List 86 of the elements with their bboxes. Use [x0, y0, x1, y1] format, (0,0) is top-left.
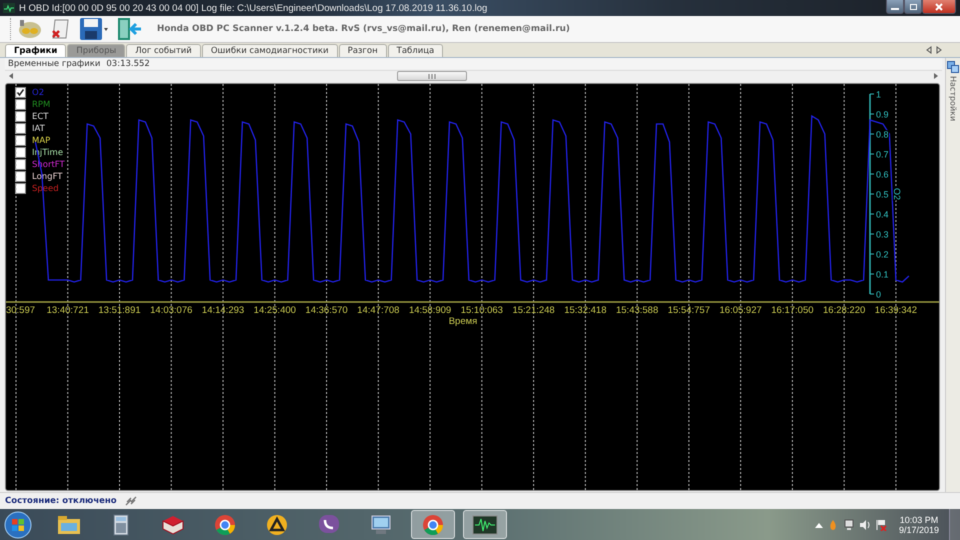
- save-icon[interactable]: [79, 17, 109, 41]
- restore-icon: [908, 2, 918, 10]
- taskbar-chrome-button[interactable]: [411, 510, 455, 539]
- checkbox[interactable]: [15, 135, 26, 146]
- x-tick-label: 13:51:891: [98, 305, 141, 316]
- clock[interactable]: 10:03 PM 9/17/2019: [898, 514, 939, 534]
- x-tick-label: 15:43:588: [616, 305, 658, 316]
- x-tick-label: 14:25:400: [254, 305, 296, 316]
- taskbar-scope-button[interactable]: [463, 510, 507, 539]
- x-tick-label: 15:54:757: [668, 305, 710, 316]
- series-name: ECT: [32, 112, 48, 122]
- x-tick-label: 15:21:248: [512, 305, 555, 316]
- tab[interactable]: Разгон: [338, 44, 387, 57]
- x-tick-label: 14:14:293: [202, 305, 244, 316]
- volume-icon[interactable]: [858, 518, 871, 530]
- app-icon: [3, 3, 15, 13]
- network-icon[interactable]: [842, 518, 855, 530]
- y-tick-label: 0.4: [876, 210, 889, 220]
- checkbox[interactable]: [15, 147, 26, 158]
- y-tick-label: 0.7: [876, 150, 889, 160]
- checkbox[interactable]: [15, 183, 26, 194]
- x-tick-label: 14:36:570: [305, 305, 348, 316]
- y-tick-label: 0.3: [876, 230, 889, 240]
- y-tick-label: 0.5: [876, 190, 889, 200]
- scroll-right-icon[interactable]: [934, 73, 938, 79]
- series-name: MAP: [32, 136, 50, 146]
- x-tick-label: 30:597: [6, 305, 36, 316]
- clock-date: 9/17/2019: [898, 524, 939, 534]
- horizontal-scrollbar[interactable]: [5, 70, 942, 81]
- checkbox[interactable]: [15, 99, 26, 110]
- checkbox[interactable]: [15, 171, 26, 182]
- close-button[interactable]: [922, 0, 956, 14]
- app-caption: Honda OBD PC Scanner v.1.2.4 beta. RvS (rvs_vs@mail.ru), Ren (renemen@mail.ru): [157, 24, 570, 34]
- chrome-icon: [212, 512, 238, 536]
- panel-title: Временные графики: [8, 58, 100, 68]
- x-tick-label: 16:39:342: [874, 305, 918, 316]
- tab[interactable]: Графики: [5, 44, 66, 57]
- disconnected-plug-icon: [124, 496, 137, 506]
- x-tick-label: 16:28:220: [823, 305, 866, 316]
- chrome-icon: [420, 512, 446, 536]
- series-name: IAT: [32, 124, 45, 134]
- x-tick-label: 14:58:909: [408, 305, 452, 316]
- x-tick-label: 14:03:076: [150, 305, 192, 316]
- checkbox[interactable]: [15, 87, 26, 98]
- flag-icon[interactable]: [874, 518, 887, 530]
- tab[interactable]: Таблица: [388, 44, 444, 57]
- y-tick-label: 0.2: [876, 250, 889, 260]
- x-tick-label: 15:10:063: [460, 305, 503, 316]
- series-name: O2: [32, 88, 44, 98]
- checkbox[interactable]: [15, 123, 26, 134]
- tab-scroll-arrows-icon[interactable]: [926, 46, 942, 54]
- x-tick-label: 16:17:050: [771, 305, 814, 316]
- tri-icon: [264, 512, 290, 536]
- checkbox[interactable]: [15, 111, 26, 122]
- y-tick-label: 0: [876, 290, 882, 300]
- y-tick-label: 0.9: [876, 110, 889, 120]
- start-button[interactable]: [3, 510, 33, 540]
- x-axis-title: Время: [448, 316, 478, 327]
- restore-button[interactable]: [904, 0, 922, 14]
- minimize-button[interactable]: [886, 0, 904, 14]
- x-tick-label: 13:40:721: [46, 305, 89, 316]
- show-hidden-icons-icon[interactable]: [814, 522, 823, 528]
- scope-icon: [472, 512, 498, 536]
- x-tick-label: 15:32:418: [564, 305, 606, 316]
- connection-status: Состояние: отключено: [5, 496, 117, 506]
- y-tick-label: 1: [876, 90, 882, 100]
- window-title: H OBD Id:[00 00 0D 95 00 20 43 00 04 00] Log file: C:\Users\Engineer\Downloads\Log 17.08.2019 11.36.10.log: [19, 2, 488, 14]
- elapsed-time: 03:13.552: [106, 58, 150, 68]
- settings-side-tab[interactable]: Настройки: [948, 76, 958, 122]
- series-name: RPM: [32, 100, 50, 110]
- clock-time: 10:03 PM: [900, 514, 938, 524]
- scroll-thumb[interactable]: [397, 71, 467, 81]
- close-icon: [934, 2, 944, 10]
- windows-icon[interactable]: [947, 61, 959, 73]
- x-tick-label: 14:47:708: [357, 305, 400, 316]
- y-tick-label: 0.1: [876, 270, 889, 280]
- x-tick-label: 16:05:927: [720, 305, 762, 316]
- checkbox[interactable]: [15, 159, 26, 170]
- exit-door-icon[interactable]: [115, 17, 143, 41]
- tab[interactable]: Лог событий: [126, 44, 201, 57]
- tab[interactable]: Ошибки самодиагностики: [202, 44, 338, 57]
- y-tick-label: 0.8: [876, 130, 889, 140]
- y-tick-label: 0.6: [876, 170, 889, 180]
- plug-icon[interactable]: [17, 17, 43, 41]
- scroll-left-icon[interactable]: [9, 73, 13, 79]
- y-axis-title: O2: [892, 188, 902, 200]
